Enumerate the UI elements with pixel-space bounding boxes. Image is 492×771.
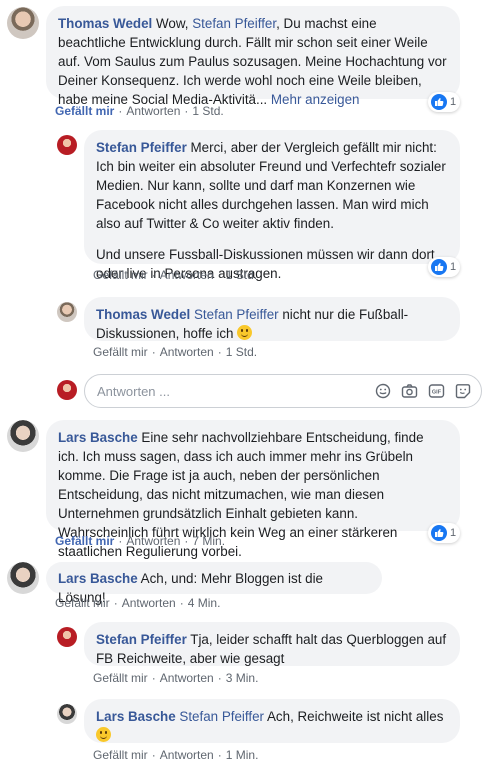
- reply-button[interactable]: Antworten: [126, 534, 180, 548]
- emoji-icon[interactable]: [375, 383, 391, 399]
- sticker-icon[interactable]: [455, 383, 471, 399]
- comment-author[interactable]: Thomas Wedel: [58, 16, 152, 31]
- comment-actions: Gefällt mir · Antworten · 3 Min.: [93, 671, 259, 685]
- comment-actions: Gefällt mir · Antworten · 1 Std.: [55, 104, 224, 118]
- reaction-number: 1: [450, 527, 457, 539]
- smiley-icon: [237, 325, 253, 340]
- avatar[interactable]: [57, 302, 77, 322]
- like-button[interactable]: Gefällt mir: [55, 534, 114, 548]
- reaction-number: 1: [450, 261, 457, 273]
- comment-bubble: Stefan Pfeiffer Merci, aber der Vergleic…: [84, 130, 460, 281]
- comment-actions: Gefällt mir · Antworten · 1 Min.: [93, 748, 259, 762]
- reply-button[interactable]: Antworten: [160, 268, 214, 282]
- reply-button[interactable]: Antworten: [160, 345, 214, 359]
- smiley-icon: [96, 727, 111, 742]
- comment-actions: Gefällt mir · Antworten · 1 Std.: [93, 345, 258, 359]
- avatar[interactable]: [57, 135, 77, 155]
- timestamp[interactable]: 4 Min.: [188, 596, 221, 610]
- avatar[interactable]: [7, 562, 39, 594]
- mention-link[interactable]: Stefan Pfeiffer: [192, 16, 276, 31]
- comment-bubble: Thomas Wedel Wow, Stefan Pfeiffer, Du ma…: [46, 6, 460, 107]
- avatar[interactable]: [7, 420, 39, 452]
- svg-text:GIF: GIF: [432, 390, 442, 396]
- timestamp[interactable]: 1 Std.: [192, 104, 223, 118]
- reply-button[interactable]: Antworten: [160, 748, 214, 762]
- comment-text: Ach, Reichweite ist nicht alles: [264, 709, 444, 724]
- timestamp[interactable]: 1 Min.: [226, 748, 259, 762]
- reaction-number: 1: [450, 96, 457, 108]
- thumbs-up-icon: [431, 525, 447, 541]
- avatar[interactable]: [57, 627, 77, 647]
- thumbs-up-icon: [431, 259, 447, 275]
- comment-author[interactable]: Stefan Pfeiffer: [96, 140, 187, 155]
- timestamp[interactable]: 1 Std.: [226, 268, 257, 282]
- comment-bubble: Lars Basche Stefan Pfeiffer Ach, Reichwe…: [84, 699, 460, 743]
- reaction-count[interactable]: 1: [428, 257, 461, 277]
- mention-link[interactable]: Stefan Pfeiffer: [194, 307, 279, 322]
- comment-bubble: Thomas Wedel Stefan Pfeiffer nicht nur d…: [84, 297, 460, 341]
- comment-author[interactable]: Lars Basche: [96, 709, 176, 724]
- avatar[interactable]: [7, 7, 39, 39]
- reaction-count[interactable]: 1: [428, 523, 461, 543]
- mention-link[interactable]: Stefan Pfeiffer: [179, 709, 264, 724]
- like-button[interactable]: Gefällt mir: [55, 596, 110, 610]
- comment-author[interactable]: Lars Basche: [58, 571, 138, 586]
- reply-button[interactable]: Antworten: [126, 104, 180, 118]
- comment-actions: Gefällt mir · Antworten · 1 Std.: [93, 268, 258, 282]
- like-button[interactable]: Gefällt mir: [93, 671, 148, 685]
- comment-author[interactable]: Stefan Pfeiffer: [96, 632, 187, 647]
- gif-icon[interactable]: GIF: [428, 383, 445, 399]
- like-button[interactable]: Gefällt mir: [93, 748, 148, 762]
- like-button[interactable]: Gefällt mir: [93, 345, 148, 359]
- reply-button[interactable]: Antworten: [160, 671, 214, 685]
- avatar[interactable]: [57, 704, 77, 724]
- reply-placeholder: Antworten ...: [97, 383, 170, 399]
- show-more-link[interactable]: Mehr anzeigen: [271, 92, 360, 107]
- thumbs-up-icon: [431, 94, 447, 110]
- reply-button[interactable]: Antworten: [122, 596, 176, 610]
- camera-icon[interactable]: [401, 383, 418, 399]
- comment-author[interactable]: Lars Basche: [58, 430, 138, 445]
- timestamp[interactable]: 7 Min.: [192, 534, 225, 548]
- comment-text: Wow,: [156, 16, 193, 31]
- comment-bubble: Lars Basche Ach, und: Mehr Bloggen ist d…: [46, 562, 382, 605]
- timestamp[interactable]: 1 Std.: [226, 345, 257, 359]
- reply-input[interactable]: Antworten ... GIF: [84, 374, 482, 408]
- like-button[interactable]: Gefällt mir: [93, 268, 148, 282]
- reaction-count[interactable]: 1: [428, 92, 461, 112]
- comment-bubble: Stefan Pfeiffer Tja, leider schafft halt…: [84, 622, 460, 666]
- comment-actions: Gefällt mir · Antworten · 7 Min.: [55, 534, 226, 548]
- like-button[interactable]: Gefällt mir: [55, 104, 114, 118]
- timestamp[interactable]: 3 Min.: [226, 671, 259, 685]
- comment-bubble: Lars Basche Eine sehr nachvollziehbare E…: [46, 420, 460, 559]
- current-user-avatar[interactable]: [57, 380, 77, 400]
- comment-author[interactable]: Thomas Wedel: [96, 307, 190, 322]
- comment-actions: Gefällt mir · Antworten · 4 Min.: [55, 596, 221, 610]
